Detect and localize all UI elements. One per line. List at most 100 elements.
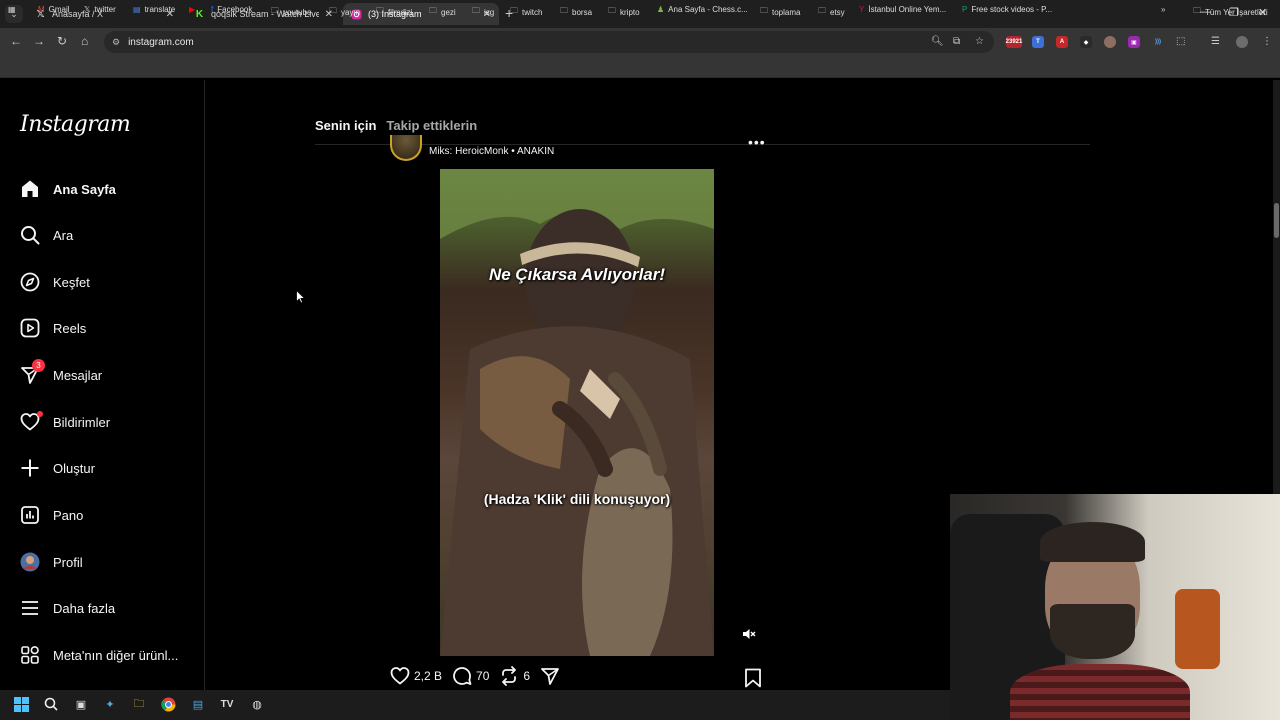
bookmark-facebook[interactable]: f Facebook xyxy=(211,5,252,14)
mouse-cursor-icon xyxy=(296,289,306,309)
bookmark-yemeksepeti[interactable]: Y İstanbul Online Yem... xyxy=(859,5,946,14)
windows-start-icon[interactable] xyxy=(13,696,29,712)
more-options-icon[interactable]: ••• xyxy=(748,134,766,150)
compass-icon xyxy=(20,272,40,292)
caption-top: Ne Çıkarsa Avlıyorlar! xyxy=(488,265,666,284)
nav-messages[interactable]: 3 Mesajlar xyxy=(20,359,102,387)
nav-explore[interactable]: Keşfet xyxy=(20,270,90,294)
extension-badge-icon[interactable]: 23921 xyxy=(1006,36,1022,48)
bookmark-star-icon[interactable]: ☆ xyxy=(975,36,984,47)
repost-icon[interactable] xyxy=(499,666,519,686)
obs-icon[interactable]: ◍ xyxy=(249,696,265,712)
folder-icon: 🗀 xyxy=(472,6,480,15)
like-icon[interactable] xyxy=(390,666,410,686)
pexels-icon: P xyxy=(962,5,968,14)
folder-icon: 🗀 xyxy=(376,6,384,15)
nav-create[interactable]: Oluştur xyxy=(20,456,95,480)
site-info-icon[interactable]: ⚙ xyxy=(112,37,120,48)
nav-meta-apps[interactable]: Meta'nın diğer ürünl... xyxy=(20,643,178,667)
nav-home[interactable]: Ana Sayfa xyxy=(20,177,116,201)
tradingview-icon[interactable]: TV xyxy=(219,696,235,712)
taskbar-search-icon[interactable] xyxy=(43,696,59,712)
facebook-icon: f xyxy=(211,5,214,14)
bookmark-translate[interactable]: ▤ translate xyxy=(133,5,175,14)
home-icon xyxy=(20,179,40,199)
x-icon: 𝕏 xyxy=(84,5,91,14)
bookmark-folder-yayin[interactable]: 🗀 yayın xyxy=(329,5,360,19)
post-author-avatar[interactable] xyxy=(390,135,422,161)
extensions-puzzle-icon[interactable]: ⬚ xyxy=(1176,36,1185,47)
repost-count: 6 xyxy=(523,669,531,683)
folder-icon: 🗀 xyxy=(760,6,768,15)
instagram-logo[interactable]: Instagram xyxy=(20,112,131,137)
bookmark-folder-kripto[interactable]: 🗀 kripto xyxy=(608,5,640,19)
profile-avatar xyxy=(20,552,40,572)
back-button[interactable]: ← xyxy=(10,34,22,48)
bookmark-pexels[interactable]: P Free stock videos - P... xyxy=(962,5,1052,14)
webcam-overlay xyxy=(950,494,1280,720)
nav-more[interactable]: Daha fazla xyxy=(20,596,115,620)
tab-following[interactable]: Takip ettiklerin xyxy=(386,118,477,133)
address-bar[interactable]: ⚙ instagram.com xyxy=(104,31,994,53)
post-audio-label[interactable]: Miks: HeroicMonk • ANAKIN xyxy=(429,146,554,157)
diamond-extension-icon[interactable]: ◆ xyxy=(1080,36,1092,48)
chrome-taskbar-icon[interactable] xyxy=(160,696,176,712)
folder-icon: 🗀 xyxy=(271,6,279,15)
forward-button[interactable]: → xyxy=(33,34,45,48)
bookmark-youtube[interactable]: ▶ xyxy=(189,5,199,14)
task-view-icon[interactable]: ▣ xyxy=(73,696,89,712)
bookmark-twitter[interactable]: 𝕏twitter xyxy=(84,5,116,14)
bookmark-folder-twitch[interactable]: 🗀 twitch xyxy=(510,5,542,19)
heart-icon xyxy=(20,411,43,432)
all-bookmarks[interactable]: 🗀 Tüm Yer İşaretleri xyxy=(1193,5,1268,19)
youtube-icon: ▶ xyxy=(189,5,196,14)
zoom-icon[interactable]: 🔍︎ xyxy=(931,36,944,47)
instagram-sidebar: Instagram Ana Sayfa Ara Keşfet Reels 3 M… xyxy=(0,80,205,690)
file-explorer-icon[interactable]: 🗀 xyxy=(131,696,147,712)
nav-search[interactable]: Ara xyxy=(20,223,73,247)
translate-extension-icon[interactable]: T xyxy=(1032,36,1044,48)
folder-icon: 🗀 xyxy=(1193,6,1201,15)
chrome-menu-icon[interactable]: ⋮ xyxy=(1262,36,1272,47)
app-window-icon[interactable]: ▤ xyxy=(190,696,206,712)
nav-reels[interactable]: Reels xyxy=(20,316,86,340)
gmail-icon: M xyxy=(38,5,45,14)
post-video[interactable]: Ne Çıkarsa Avlıyorlar! (Hadza 'Klik' dil… xyxy=(440,169,714,656)
reload-button[interactable]: ↻ xyxy=(57,34,67,48)
nav-dashboard[interactable]: Pano xyxy=(20,503,83,527)
scrollbar-thumb[interactable] xyxy=(1274,203,1279,238)
folder-icon: 🗀 xyxy=(510,6,518,15)
folder-icon: 🗀 xyxy=(818,6,826,15)
dashboard-icon xyxy=(20,505,40,525)
nav-profile[interactable]: Profil xyxy=(20,550,83,574)
audio-extension-icon[interactable]: ))) xyxy=(1152,36,1164,48)
tab-kick[interactable]: K qoqsik Stream - Watch Live on ✕ xyxy=(186,3,341,25)
bookmark-folder-filmdizi[interactable]: 🗀 filmdizi xyxy=(376,5,412,19)
reading-list-icon[interactable]: ☰ xyxy=(1211,36,1220,47)
install-app-icon[interactable]: ⧉ xyxy=(953,36,960,47)
bookmark-folder-gezi[interactable]: 🗀 gezi xyxy=(429,5,456,19)
bookmark-gmail[interactable]: M Gmail xyxy=(38,5,70,14)
copilot-icon[interactable]: ✦ xyxy=(102,696,118,712)
bookmark-folder-isg[interactable]: 🗀 isg xyxy=(472,5,494,19)
divider xyxy=(315,144,1090,145)
purple-extension-icon[interactable]: ▣ xyxy=(1128,36,1140,48)
profile-avatar-icon[interactable] xyxy=(1236,36,1248,48)
bookmark-chess[interactable]: ♟ Ana Sayfa - Chess.c... xyxy=(657,5,748,14)
apps-grid-icon[interactable]: ▦ xyxy=(8,5,20,14)
bookmark-folder-borsa[interactable]: 🗀 borsa xyxy=(560,5,592,19)
bookmark-folder-toplama[interactable]: 🗀 toplama xyxy=(760,5,800,19)
adblock-extension-icon[interactable]: A xyxy=(1056,36,1068,48)
share-icon[interactable] xyxy=(540,666,560,686)
tab-for-you[interactable]: Senin için xyxy=(315,118,376,133)
search-icon xyxy=(20,225,40,245)
video-frame-illustration xyxy=(440,169,714,656)
home-button[interactable]: ⌂ xyxy=(81,34,88,48)
mute-icon[interactable] xyxy=(742,627,756,644)
comment-icon[interactable] xyxy=(452,666,472,686)
bookmarks-overflow-icon[interactable]: » xyxy=(1161,5,1169,14)
bookmark-folder-etsy[interactable]: 🗀 etsy xyxy=(818,5,845,19)
bookmark-folder-youtube[interactable]: 🗀 youtube xyxy=(271,5,311,19)
nav-notifications[interactable]: Bildirimler xyxy=(20,410,110,434)
avatar-extension-icon[interactable] xyxy=(1104,36,1116,48)
